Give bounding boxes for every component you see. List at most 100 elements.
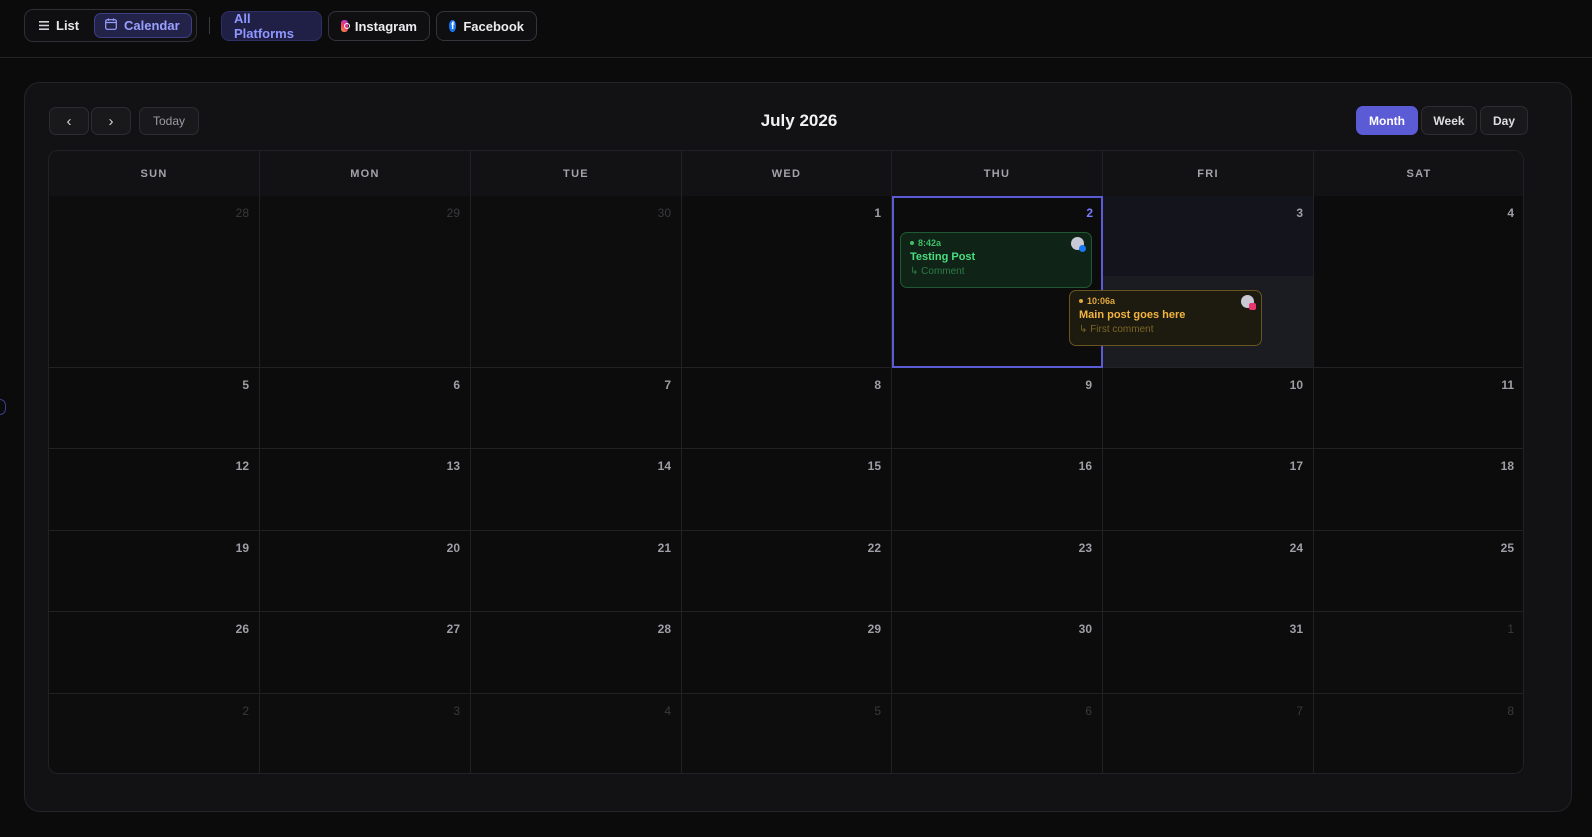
calendar-view-button[interactable]: Calendar [94,13,192,38]
range-day-button[interactable]: Day [1480,106,1528,135]
day-number: 13 [446,459,460,473]
day-cell[interactable]: 4 [1314,196,1523,368]
day-number: 30 [1078,622,1092,636]
day-cell[interactable]: 7 [471,368,682,449]
day-number: 7 [1296,704,1303,718]
day-cell[interactable]: 8 [1314,694,1523,773]
day-cell[interactable]: 8 [682,368,892,449]
filter-facebook[interactable]: f Facebook [436,11,537,41]
day-cell[interactable]: 10 [1103,368,1314,449]
day-number: 6 [453,378,460,392]
day-cell[interactable]: 5 [682,694,892,773]
calendar-view-label: Calendar [124,18,180,33]
day-cell[interactable]: 4 [471,694,682,773]
day-cell[interactable]: 28 [471,612,682,694]
day-cell[interactable]: 3 [260,694,471,773]
day-cell[interactable]: 30 [471,196,682,368]
avatar [1071,237,1086,252]
range-month-button[interactable]: Month [1356,106,1418,135]
day-cell[interactable]: 12 [49,449,260,531]
day-number: 5 [242,378,249,392]
day-number: 2 [242,704,249,718]
day-number: 23 [1078,541,1092,555]
day-cell[interactable]: 15 [682,449,892,531]
filter-instagram-label: Instagram [354,18,417,34]
day-cell[interactable]: 6 [892,694,1103,773]
day-cell[interactable]: 25 [1314,531,1523,612]
day-cell[interactable]: 23 [892,531,1103,612]
day-number: 1 [874,206,881,220]
day-cell[interactable]: 20 [260,531,471,612]
view-toggle: List Calendar [24,9,197,42]
instagram-badge-icon [1249,303,1256,310]
instagram-icon [341,20,350,32]
day-cell[interactable]: 6 [260,368,471,449]
day-cell[interactable]: 1 [682,196,892,368]
day-number: 6 [1085,704,1092,718]
month-grid: SUN MON TUE WED THU FRI SAT 28 29 30 1 2 3 4 5 6 7 8 9 10 11… [48,150,1524,774]
day-number: 4 [664,704,671,718]
filter-facebook-label: Facebook [463,18,524,34]
status-dot [910,241,914,245]
day-cell[interactable]: 17 [1103,449,1314,531]
day-cell[interactable]: 30 [892,612,1103,694]
day-number: 30 [657,206,671,220]
day-cell[interactable]: 28 [49,196,260,368]
day-number: 19 [235,541,249,555]
day-number: 22 [867,541,881,555]
day-cell[interactable]: 29 [682,612,892,694]
top-toolbar: List Calendar All Platforms Instagram f … [0,0,1592,58]
day-cell[interactable]: 31 [1103,612,1314,694]
day-number: 28 [657,622,671,636]
avatar [1241,295,1256,310]
day-cell[interactable]: 22 [682,531,892,612]
day-number: 7 [664,378,671,392]
day-cell[interactable]: 11 [1314,368,1523,449]
weekday-sat: SAT [1314,151,1523,196]
day-number: 8 [1507,704,1514,718]
day-cell[interactable]: 26 [49,612,260,694]
day-cell[interactable]: 1 [1314,612,1523,694]
event-testing-post[interactable]: 8:42a Testing Post ↳ Comment [900,232,1092,288]
day-number: 9 [1085,378,1092,392]
day-cell[interactable]: 21 [471,531,682,612]
weekday-fri: FRI [1103,151,1314,196]
day-cell[interactable]: 5 [49,368,260,449]
day-number: 26 [235,622,249,636]
day-cell[interactable]: 2 [49,694,260,773]
day-number: 20 [446,541,460,555]
day-cell[interactable]: 24 [1103,531,1314,612]
event-time: 10:06a [1079,296,1252,306]
day-number: 29 [867,622,881,636]
list-view-button[interactable]: List [29,13,91,38]
day-cell[interactable]: 27 [260,612,471,694]
day-cell[interactable]: 14 [471,449,682,531]
weekday-tue: TUE [471,151,682,196]
weekday-mon: MON [260,151,471,196]
event-time-text: 8:42a [918,238,942,248]
filter-all-platforms[interactable]: All Platforms [221,11,322,41]
filter-instagram[interactable]: Instagram [328,11,430,41]
day-number: 8 [874,378,881,392]
calendar-icon [105,18,117,33]
day-cell[interactable]: 7 [1103,694,1314,773]
sidebar-handle[interactable] [0,399,6,415]
list-view-label: List [56,18,80,33]
event-title: Testing Post [910,251,976,263]
day-cell[interactable]: 13 [260,449,471,531]
range-week-button[interactable]: Week [1421,106,1477,135]
day-number: 4 [1507,206,1514,220]
day-number: 25 [1500,541,1514,555]
day-number: 3 [1296,206,1303,220]
weekday-wed: WED [682,151,892,196]
event-main-post[interactable]: 10:06a Main post goes here ↳ First comme… [1069,290,1262,346]
day-cell[interactable]: 16 [892,449,1103,531]
day-cell[interactable]: 18 [1314,449,1523,531]
day-cell[interactable]: 29 [260,196,471,368]
facebook-icon: f [449,20,457,32]
day-number: 16 [1078,459,1092,473]
day-cell[interactable]: 9 [892,368,1103,449]
event-title: Main post goes here [1079,309,1186,321]
weekday-thu: THU [892,151,1103,196]
day-cell[interactable]: 19 [49,531,260,612]
